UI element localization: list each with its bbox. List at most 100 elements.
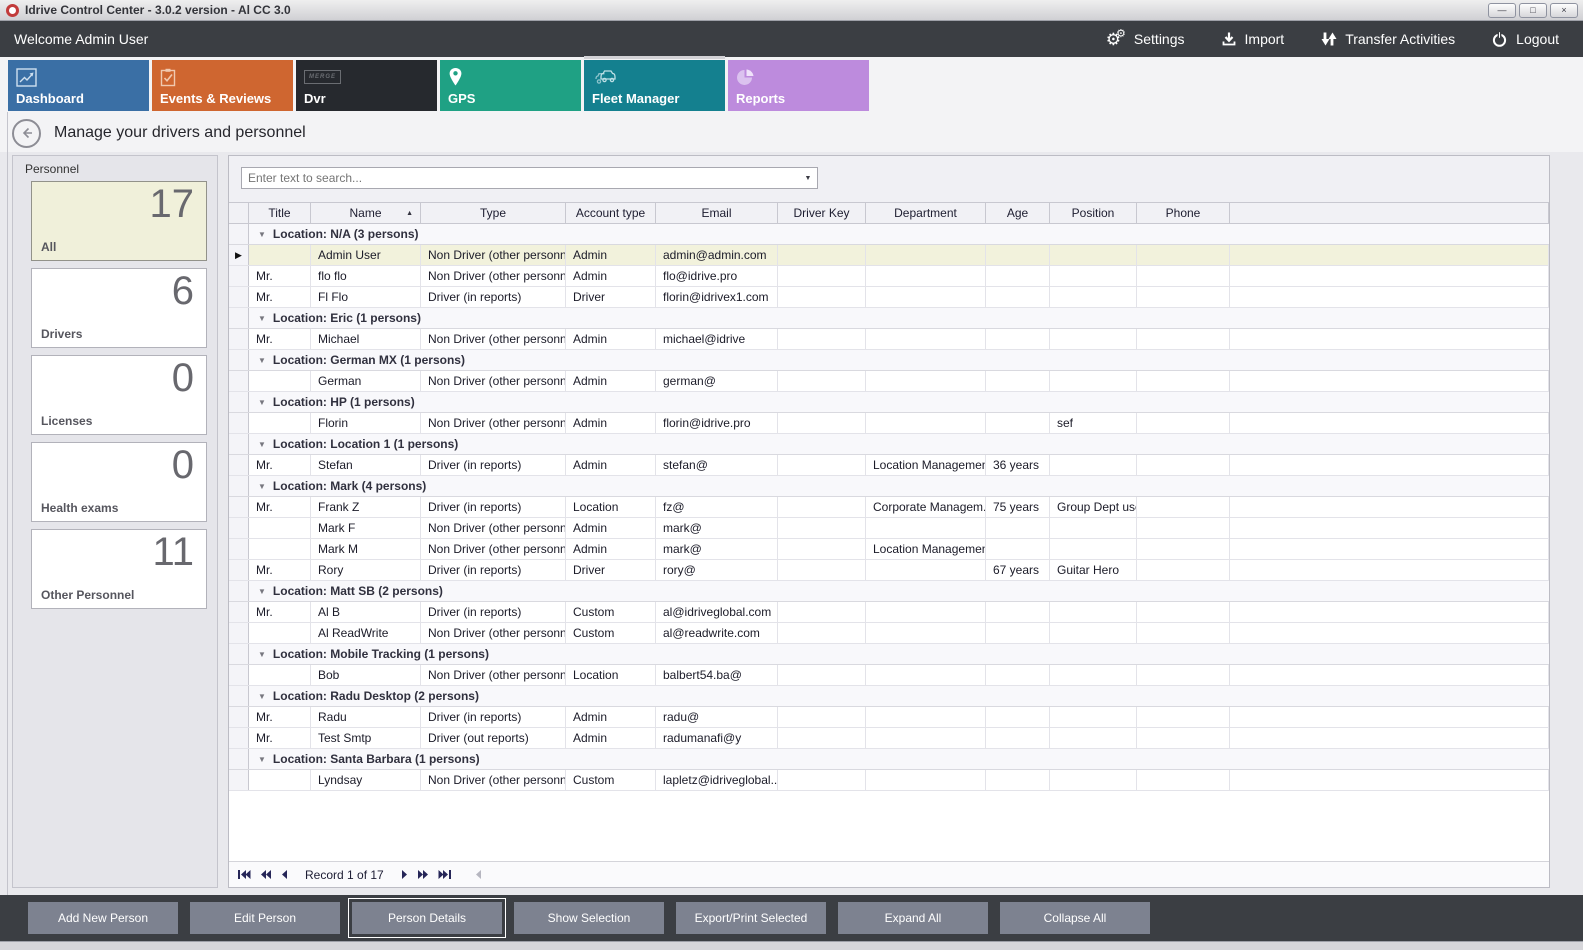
column-header-age[interactable]: Age (986, 203, 1050, 223)
export-print-selected-button[interactable]: Export/Print Selected (676, 902, 826, 934)
nav-tile-reports[interactable]: Reports (728, 60, 869, 111)
table-row[interactable]: ▶Admin UserNon Driver (other personnel)A… (229, 245, 1549, 266)
row-indicator-gutter (229, 329, 249, 349)
person-details-button[interactable]: Person Details (352, 902, 502, 934)
row-indicator-gutter (229, 581, 249, 601)
group-row[interactable]: ▼Location: N/A (3 persons) (229, 224, 1549, 245)
cell-department: Corporate Managem... (866, 497, 986, 517)
back-button[interactable] (12, 119, 41, 148)
cell-email: admin@admin.com (656, 245, 778, 265)
cell-department (866, 371, 986, 391)
cell-type: Non Driver (other personnel) (421, 665, 566, 685)
cell-position: sef (1050, 413, 1137, 433)
personnel-card-other-personnel[interactable]: 11Other Personnel (31, 529, 207, 609)
cell-name: Stefan (311, 455, 421, 475)
add-new-person-button[interactable]: Add New Person (28, 902, 178, 934)
row-indicator-gutter (229, 560, 249, 580)
table-row[interactable]: BobNon Driver (other personnel)Locationb… (229, 665, 1549, 686)
nav-next-button[interactable] (401, 869, 408, 880)
cell-email: radumanafi@y (656, 728, 778, 748)
search-dropdown-arrow-icon[interactable]: ▼ (799, 168, 817, 188)
column-header-label: Email (701, 206, 731, 220)
table-row[interactable]: Mr.MichaelNon Driver (other personnel)Ad… (229, 329, 1549, 350)
show-selection-button[interactable]: Show Selection (514, 902, 664, 934)
table-row[interactable]: Mark MNon Driver (other personnel)Adminm… (229, 539, 1549, 560)
collapse-triangle-icon: ▼ (249, 686, 273, 706)
table-row[interactable]: Mr.Frank ZDriver (in reports)Locationfz@… (229, 497, 1549, 518)
table-row[interactable]: GermanNon Driver (other personnel)Adming… (229, 371, 1549, 392)
hscroll-left-button[interactable] (475, 869, 482, 880)
nav-next-page-button[interactable] (417, 869, 429, 880)
group-row[interactable]: ▼Location: Location 1 (1 persons) (229, 434, 1549, 455)
nav-tile-dvr[interactable]: MERGEDvr (296, 60, 437, 111)
menu-action-settings[interactable]: ⚙⚙Settings (1106, 31, 1185, 48)
group-row[interactable]: ▼Location: Santa Barbara (1 persons) (229, 749, 1549, 770)
table-row[interactable]: Mr.Test SmtpDriver (out reports)Adminrad… (229, 728, 1549, 749)
personnel-card-all[interactable]: 17All (31, 181, 207, 261)
column-header-name[interactable]: Name▲ (311, 203, 421, 223)
group-row[interactable]: ▼Location: HP (1 persons) (229, 392, 1549, 413)
cell-filler (1230, 539, 1549, 559)
nav-tile-gps[interactable]: GPS (440, 60, 581, 111)
group-row[interactable]: ▼Location: Eric (1 persons) (229, 308, 1549, 329)
table-row[interactable]: Al ReadWriteNon Driver (other personnel)… (229, 623, 1549, 644)
expand-all-button[interactable]: Expand All (838, 902, 988, 934)
personnel-card-licenses[interactable]: 0Licenses (31, 355, 207, 435)
menu-action-transfer[interactable]: Transfer Activities (1320, 31, 1455, 47)
column-header-position[interactable]: Position (1050, 203, 1137, 223)
cell-filler (1230, 665, 1549, 685)
table-row[interactable]: Mr.flo floNon Driver (other personnel)Ad… (229, 266, 1549, 287)
cell-driver-key (778, 770, 866, 790)
personnel-card-health-exams[interactable]: 0Health exams (31, 442, 207, 522)
nav-prev-button[interactable] (281, 869, 288, 880)
table-row[interactable]: Mr.RoryDriver (in reports)Driverrory@67 … (229, 560, 1549, 581)
group-row[interactable]: ▼Location: Matt SB (2 persons) (229, 581, 1549, 602)
column-header-driver-key[interactable]: Driver Key (778, 203, 866, 223)
cell-title (249, 665, 311, 685)
personnel-card-drivers[interactable]: 6Drivers (31, 268, 207, 348)
column-header-label: Type (480, 206, 506, 220)
table-row[interactable]: FlorinNon Driver (other personnel)Adminf… (229, 413, 1549, 434)
group-row[interactable]: ▼Location: Mark (4 persons) (229, 476, 1549, 497)
nav-first-button[interactable] (237, 869, 251, 880)
table-row[interactable]: LyndsayNon Driver (other personnel)Custo… (229, 770, 1549, 791)
cell-department (866, 560, 986, 580)
row-indicator-gutter (229, 728, 249, 748)
group-row[interactable]: ▼Location: German MX (1 persons) (229, 350, 1549, 371)
cell-name: Michael (311, 329, 421, 349)
table-row[interactable]: Mr.Al BDriver (in reports)Customal@idriv… (229, 602, 1549, 623)
column-header-phone[interactable]: Phone (1137, 203, 1230, 223)
group-row[interactable]: ▼Location: Mobile Tracking (1 persons) (229, 644, 1549, 665)
nav-tile-events[interactable]: Events & Reviews (152, 60, 293, 111)
menu-action-import[interactable]: Import (1221, 31, 1285, 47)
column-header-department[interactable]: Department (866, 203, 986, 223)
cell-age: 67 years (986, 560, 1050, 580)
table-row[interactable]: Mr.Fl FloDriver (in reports)Driverflorin… (229, 287, 1549, 308)
cell-age (986, 770, 1050, 790)
menu-action-logout[interactable]: Logout (1491, 31, 1559, 48)
nav-last-button[interactable] (438, 869, 452, 880)
nav-tile-dashboard[interactable]: Dashboard (8, 60, 149, 111)
column-header-email[interactable]: Email (656, 203, 778, 223)
nav-prev-page-button[interactable] (260, 869, 272, 880)
cell-driver-key (778, 329, 866, 349)
close-button[interactable]: × (1550, 3, 1578, 18)
column-header-title[interactable]: Title (249, 203, 311, 223)
maximize-button[interactable]: □ (1519, 3, 1547, 18)
nav-tile-fleet-manager[interactable]: Fleet Manager (584, 60, 725, 111)
row-indicator-gutter: ▶ (229, 245, 249, 265)
nav-tile-label: Dashboard (16, 91, 84, 106)
minimize-button[interactable]: — (1488, 3, 1516, 18)
column-header-type[interactable]: Type (421, 203, 566, 223)
table-row[interactable]: Mark FNon Driver (other personnel)Adminm… (229, 518, 1549, 539)
column-header-account-type[interactable]: Account type (566, 203, 656, 223)
search-input[interactable] (242, 168, 799, 188)
edit-person-button[interactable]: Edit Person (190, 902, 340, 934)
left-splitter[interactable] (7, 112, 8, 895)
group-row[interactable]: ▼Location: Radu Desktop (2 persons) (229, 686, 1549, 707)
menu-actions: ⚙⚙Settings Import Transfer Activities Logou… (1106, 31, 1583, 48)
table-row[interactable]: Mr.RaduDriver (in reports)Adminradu@ (229, 707, 1549, 728)
collapse-all-button[interactable]: Collapse All (1000, 902, 1150, 934)
table-row[interactable]: Mr.StefanDriver (in reports)Adminstefan@… (229, 455, 1549, 476)
cell-filler (1230, 602, 1549, 622)
